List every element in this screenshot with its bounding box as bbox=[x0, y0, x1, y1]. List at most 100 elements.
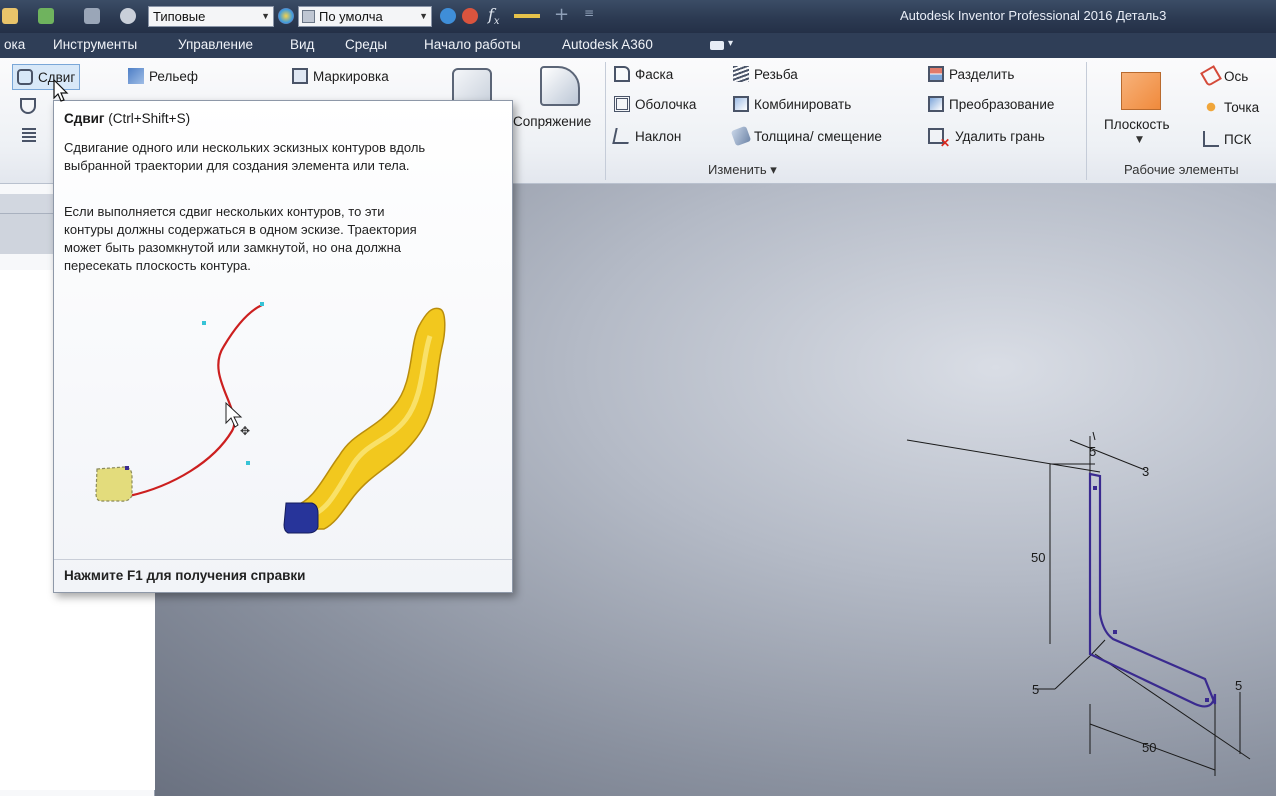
video-icon[interactable] bbox=[710, 41, 724, 50]
draft-label: Наклон bbox=[635, 128, 682, 144]
appearance-swatch-icon bbox=[302, 10, 315, 23]
point-button[interactable]: Точка bbox=[1203, 99, 1259, 115]
decal-button[interactable]: Маркировка bbox=[292, 68, 389, 84]
thread-button[interactable]: Резьба bbox=[733, 66, 798, 82]
tooltip-description: Сдвигание одного или нескольких эскизных… bbox=[64, 139, 509, 175]
illustration-cursor-icon bbox=[225, 401, 243, 428]
thicken-label: Толщина/ смещение bbox=[754, 128, 882, 144]
sketch-icon[interactable] bbox=[84, 8, 100, 24]
thicken-icon bbox=[730, 125, 752, 147]
modify-panel-label[interactable]: Изменить ▾ bbox=[708, 162, 777, 178]
tab-sketch[interactable]: ока bbox=[4, 37, 25, 52]
shell-button[interactable]: Оболочка bbox=[614, 96, 696, 112]
dimension-right-thickness[interactable]: 5 bbox=[1235, 678, 1242, 693]
sketch-point[interactable] bbox=[1093, 486, 1097, 490]
delete-face-button[interactable]: ✕ Удалить грань bbox=[928, 128, 1045, 150]
swept-body-end-face bbox=[283, 502, 319, 534]
direct-edit-button[interactable]: Преобразование bbox=[928, 96, 1054, 112]
measure-icon[interactable] bbox=[440, 8, 456, 24]
window-title: Autodesk Inventor Professional 2016 Дета… bbox=[900, 8, 1167, 23]
tooltip-illustration: ✥ bbox=[95, 302, 446, 534]
tab-tools[interactable]: Инструменты bbox=[53, 37, 137, 52]
chevron-down-icon[interactable]: ▼ bbox=[1136, 135, 1143, 145]
plane-icon[interactable] bbox=[1121, 72, 1161, 110]
mouse-cursor-icon bbox=[53, 78, 69, 102]
draft-button[interactable]: Наклон bbox=[612, 128, 682, 144]
title-bar: Типовые ▼ По умолча ▼ fx + ≡ Autodesk In… bbox=[0, 0, 1276, 33]
dimension-top-width[interactable]: 5 bbox=[1089, 444, 1096, 459]
axis-icon bbox=[1200, 65, 1222, 87]
delete-face-icon: ✕ bbox=[928, 128, 950, 150]
tooltip-text-line: может быть разомкнутой или замкнутой, но… bbox=[64, 240, 402, 255]
split-button[interactable]: Разделить bbox=[928, 66, 1014, 82]
delete-face-label: Удалить грань bbox=[955, 128, 1045, 144]
settings-icon[interactable] bbox=[120, 8, 136, 24]
point-icon bbox=[1203, 99, 1219, 115]
dimension-corner-thickness[interactable]: 5 bbox=[1032, 682, 1039, 697]
tooltip-text-line: Если выполняется сдвиг нескольких контур… bbox=[64, 204, 385, 219]
open-icon[interactable] bbox=[2, 8, 18, 24]
decal-icon bbox=[292, 68, 308, 84]
tooltip-footer: Нажмите F1 для получения справки bbox=[54, 559, 512, 592]
thicken-button[interactable]: Толщина/ смещение bbox=[730, 125, 882, 147]
style-combo[interactable]: Типовые ▼ bbox=[148, 6, 274, 27]
sweep-path bbox=[128, 304, 263, 498]
move-cursor-icon: ✥ bbox=[240, 424, 250, 438]
tooltip-text-line: выбранной траектории для создания элемен… bbox=[64, 158, 410, 173]
draft-icon bbox=[612, 128, 632, 144]
work-features-panel-label[interactable]: Рабочие элементы bbox=[1124, 162, 1239, 177]
tooltip-shortcut: (Ctrl+Shift+S) bbox=[104, 111, 191, 126]
thread-icon bbox=[733, 66, 749, 82]
coil-icon[interactable] bbox=[22, 128, 36, 144]
sketch-profile[interactable] bbox=[1088, 472, 1217, 708]
tab-a360[interactable]: Autodesk A360 bbox=[562, 37, 653, 52]
chevron-down-icon[interactable]: ▾ bbox=[728, 38, 733, 49]
combine-icon bbox=[733, 96, 749, 112]
chevron-down-icon: ▼ bbox=[419, 11, 428, 21]
return-icon[interactable] bbox=[38, 8, 54, 24]
shell-label: Оболочка bbox=[635, 96, 697, 112]
sketch-point[interactable] bbox=[1205, 698, 1209, 702]
path-handle bbox=[246, 461, 250, 465]
split-label: Разделить bbox=[949, 66, 1015, 82]
combine-button[interactable]: Комбинировать bbox=[733, 96, 851, 112]
appearance-combo[interactable]: По умолча ▼ bbox=[298, 6, 432, 27]
dimension-horizontal-length[interactable]: 50 bbox=[1142, 740, 1156, 755]
tab-get-started[interactable]: Начало работы bbox=[424, 37, 521, 52]
tooltip-details: Если выполняется сдвиг нескольких контур… bbox=[64, 203, 509, 275]
tooltip-title: Сдвиг (Ctrl+Shift+S) bbox=[64, 111, 190, 126]
axis-label: Ось bbox=[1224, 68, 1249, 84]
direct-edit-label: Преобразование bbox=[949, 96, 1055, 112]
tooltip-text-line: Сдвигание одного или нескольких эскизных… bbox=[64, 140, 426, 155]
line-style-icon[interactable] bbox=[514, 14, 540, 18]
split-icon bbox=[928, 66, 944, 82]
path-handle bbox=[202, 321, 206, 325]
chamfer-button[interactable]: Фаска bbox=[614, 66, 673, 82]
emboss-label: Рельеф bbox=[149, 68, 198, 84]
sketch-point[interactable] bbox=[1113, 630, 1117, 634]
customize-icon[interactable]: ≡ bbox=[584, 6, 594, 20]
tooltip-text-line: пересекать плоскость контура. bbox=[64, 258, 251, 273]
thread-label: Резьба bbox=[754, 66, 798, 82]
tab-environments[interactable]: Среды bbox=[345, 37, 387, 52]
dimension-top-offset[interactable]: 3 bbox=[1142, 464, 1149, 479]
emboss-button[interactable]: Рельеф bbox=[128, 68, 198, 84]
plus-icon[interactable]: + bbox=[554, 4, 569, 25]
shell-icon bbox=[614, 96, 630, 112]
panel-separator bbox=[605, 62, 606, 180]
appearance-icon[interactable] bbox=[278, 8, 294, 24]
loft-icon[interactable] bbox=[20, 98, 36, 114]
chamfer-icon bbox=[614, 66, 630, 82]
dimension-vertical-length[interactable]: 50 bbox=[1031, 550, 1045, 565]
adjust-icon[interactable] bbox=[462, 8, 478, 24]
ucs-button[interactable]: ПСК bbox=[1203, 131, 1251, 147]
plane-button[interactable]: Плоскость bbox=[1104, 117, 1170, 132]
tab-manage[interactable]: Управление bbox=[178, 37, 253, 52]
fillet-button[interactable]: Сопряжение bbox=[513, 114, 591, 129]
ribbon-tabs: ока Инструменты Управление Вид Среды Нач… bbox=[0, 33, 1276, 58]
fillet-icon[interactable] bbox=[540, 66, 580, 106]
tab-view[interactable]: Вид bbox=[290, 37, 314, 52]
style-combo-value: Типовые bbox=[153, 9, 206, 24]
axis-button[interactable]: Ось bbox=[1200, 65, 1249, 87]
function-icon[interactable]: fx bbox=[488, 5, 500, 27]
